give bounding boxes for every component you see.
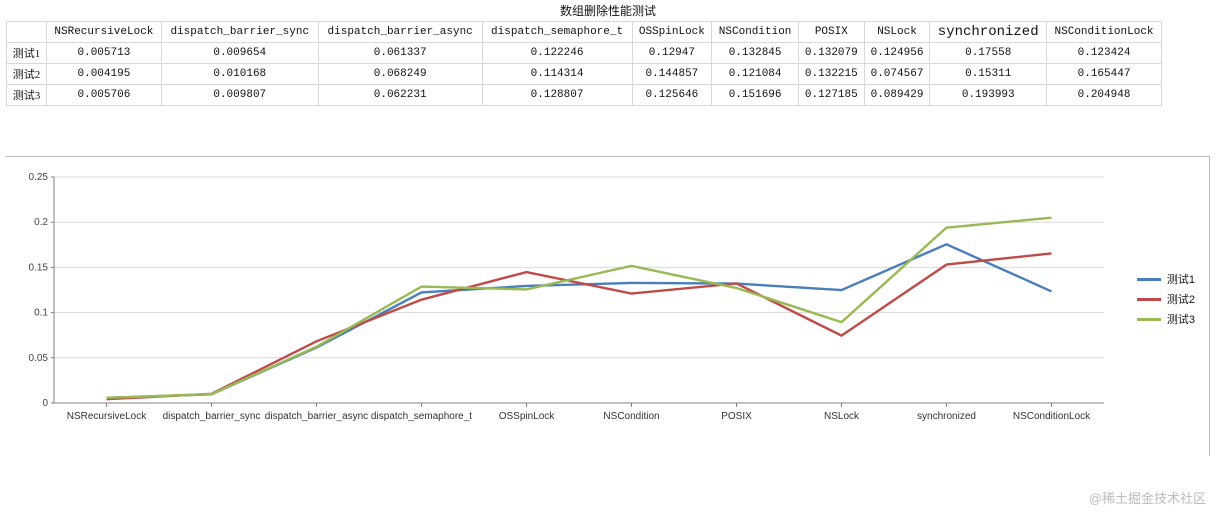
table-cell: 0.074567 [864, 64, 930, 85]
table-cell: 0.061337 [318, 43, 482, 64]
table-row: 测试30.0057060.0098070.0622310.1288070.125… [7, 85, 1162, 106]
legend-label: 测试2 [1167, 291, 1195, 307]
table-cell: 0.12947 [632, 43, 712, 64]
table-cell: 0.004195 [47, 64, 162, 85]
table-cell: 0.009654 [161, 43, 318, 64]
col-header: synchronized [930, 22, 1047, 43]
table-cell: 0.151696 [712, 85, 799, 106]
row-label: 测试1 [7, 43, 47, 64]
table-cell: 0.165447 [1047, 64, 1162, 85]
table-row: 测试10.0057130.0096540.0613370.1222460.129… [7, 43, 1162, 64]
table-cell: 0.005713 [47, 43, 162, 64]
svg-text:0.2: 0.2 [34, 217, 48, 228]
svg-text:dispatch_semaphore_t: dispatch_semaphore_t [371, 411, 472, 422]
table-cell: 0.144857 [632, 64, 712, 85]
chart-legend: 测试1 测试2 测试3 [1137, 267, 1195, 331]
col-header: NSLock [864, 22, 930, 43]
watermark: @稀土掘金技术社区 [1089, 488, 1206, 507]
svg-text:NSRecursiveLock: NSRecursiveLock [67, 411, 147, 422]
data-table: NSRecursiveLockdispatch_barrier_syncdisp… [6, 21, 1162, 106]
col-header: dispatch_barrier_async [318, 22, 482, 43]
table-cell: 0.127185 [798, 85, 864, 106]
table-cell: 0.010168 [161, 64, 318, 85]
svg-text:0.1: 0.1 [34, 308, 48, 319]
svg-text:dispatch_barrier_sync: dispatch_barrier_sync [163, 411, 261, 422]
table-header-row: NSRecursiveLockdispatch_barrier_syncdisp… [7, 22, 1162, 43]
svg-text:POSIX: POSIX [721, 411, 752, 422]
table-cell: 0.121084 [712, 64, 799, 85]
col-header: NSCondition [712, 22, 799, 43]
svg-text:NSLock: NSLock [824, 411, 860, 422]
corner-cell [7, 22, 47, 43]
legend-label: 测试3 [1167, 311, 1195, 327]
table-cell: 0.132215 [798, 64, 864, 85]
chart-container: 0 0.05 0.1 0.15 0.2 0.25 NSRecursiveLock dispat… [6, 156, 1210, 456]
svg-text:NSCondition: NSCondition [603, 411, 659, 422]
page-title: 数组删除性能测试 [0, 0, 1216, 19]
svg-text:dispatch_barrier_async: dispatch_barrier_async [265, 411, 368, 422]
table-cell: 0.114314 [482, 64, 632, 85]
table-cell: 0.125646 [632, 85, 712, 106]
table-cell: 0.128807 [482, 85, 632, 106]
line-chart: 0 0.05 0.1 0.15 0.2 0.25 NSRecursiveLock dispat… [14, 171, 1114, 441]
table-cell: 0.17558 [930, 43, 1047, 64]
table-row: 测试20.0041950.0101680.0682490.1143140.144… [7, 64, 1162, 85]
col-header: NSConditionLock [1047, 22, 1162, 43]
col-header: POSIX [798, 22, 864, 43]
table-cell: 0.062231 [318, 85, 482, 106]
table-cell: 0.204948 [1047, 85, 1162, 106]
row-label: 测试3 [7, 85, 47, 106]
table-cell: 0.089429 [864, 85, 930, 106]
col-header: dispatch_semaphore_t [482, 22, 632, 43]
svg-text:0: 0 [42, 398, 48, 409]
col-header: dispatch_barrier_sync [161, 22, 318, 43]
legend-item-1: 测试1 [1137, 271, 1195, 287]
svg-text:0.15: 0.15 [29, 262, 49, 273]
table-cell: 0.122246 [482, 43, 632, 64]
table-cell: 0.124956 [864, 43, 930, 64]
row-label: 测试2 [7, 64, 47, 85]
table-cell: 0.132079 [798, 43, 864, 64]
legend-label: 测试1 [1167, 271, 1195, 287]
table-cell: 0.005706 [47, 85, 162, 106]
table-cell: 0.15311 [930, 64, 1047, 85]
col-header: NSRecursiveLock [47, 22, 162, 43]
col-header: OSSpinLock [632, 22, 712, 43]
svg-text:0.25: 0.25 [29, 172, 49, 183]
svg-text:0.05: 0.05 [29, 353, 49, 364]
svg-text:OSSpinLock: OSSpinLock [499, 411, 556, 422]
legend-item-2: 测试2 [1137, 291, 1195, 307]
table-cell: 0.193993 [930, 85, 1047, 106]
table-cell: 0.132845 [712, 43, 799, 64]
table-cell: 0.009807 [161, 85, 318, 106]
svg-text:synchronized: synchronized [917, 411, 976, 422]
table-cell: 0.068249 [318, 64, 482, 85]
svg-text:NSConditionLock: NSConditionLock [1013, 411, 1091, 422]
legend-item-3: 测试3 [1137, 311, 1195, 327]
table-cell: 0.123424 [1047, 43, 1162, 64]
